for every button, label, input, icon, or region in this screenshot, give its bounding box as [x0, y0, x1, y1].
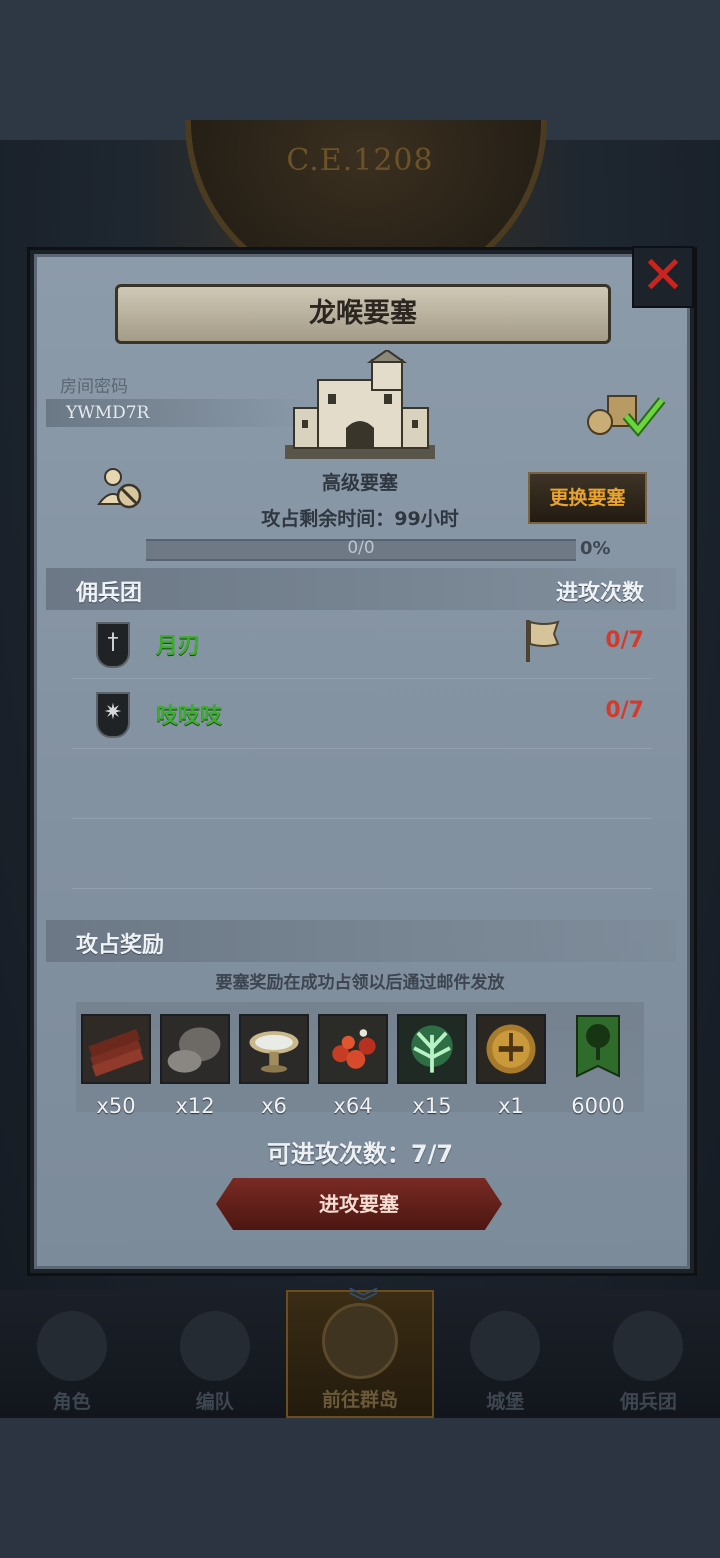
reward-qty: 6000	[571, 1094, 625, 1118]
flame-crest-icon: ✷	[96, 692, 130, 738]
reward-item[interactable]: x64	[317, 1014, 389, 1118]
reward-list: x50 x12 x6 x64 x15 x1 6000	[76, 1002, 644, 1118]
green-crystal-icon	[397, 1014, 467, 1084]
reward-qty: x1	[498, 1094, 524, 1118]
nav-label: 编队	[195, 1391, 234, 1413]
progress-percent: 0%	[580, 538, 611, 559]
nav-item-mercenary[interactable]: 佣兵团	[577, 1290, 720, 1418]
attack-times-header: 进攻次数	[555, 581, 644, 606]
fortress-icon	[285, 350, 435, 459]
water-bowl-icon	[239, 1014, 309, 1084]
room-code-value[interactable]: YWMD7R	[46, 399, 306, 427]
tree-banner-icon	[576, 1015, 620, 1078]
close-icon[interactable]: ✕	[632, 246, 694, 308]
ore-stone-icon	[160, 1014, 230, 1084]
progress-text: 0/0	[347, 538, 375, 558]
knight-icon	[36, 1311, 107, 1381]
nav-label: 前往群岛	[322, 1389, 399, 1411]
reward-qty: x15	[412, 1094, 452, 1118]
nav-item-character[interactable]: 角色	[0, 1290, 143, 1418]
chevron-down-icon: ︾	[348, 1286, 379, 1321]
nav-label: 角色	[52, 1391, 91, 1413]
nav-label: 佣兵团	[619, 1391, 677, 1413]
reward-item[interactable]: x12	[159, 1014, 231, 1118]
berries-icon	[318, 1014, 388, 1084]
reward-qty: x12	[175, 1094, 215, 1118]
wood-logs-icon	[81, 1014, 151, 1084]
banner-icon	[613, 1311, 684, 1381]
era-label: C.E.1208	[286, 143, 434, 178]
reward-item[interactable]: x15	[396, 1014, 468, 1118]
reward-header: 攻占奖励	[76, 933, 165, 958]
mercenary-header: 佣兵团	[76, 581, 143, 606]
reward-item[interactable]: x1	[475, 1014, 547, 1118]
formation-icon	[179, 1311, 250, 1381]
list-item[interactable]: † 月刃 0/7	[72, 614, 652, 679]
dialog-title: 龙喉要塞	[115, 284, 611, 344]
attack-fortress-button[interactable]: 进攻要塞	[216, 1178, 502, 1230]
golden-helmet-icon	[476, 1014, 546, 1084]
reward-item[interactable]: x50	[80, 1014, 152, 1118]
reward-qty: x50	[96, 1094, 136, 1118]
nav-label: 城堡	[486, 1391, 525, 1413]
mercenary-attack-count: 0/7	[605, 628, 644, 653]
sword-crest-icon: †	[96, 622, 130, 668]
reward-note: 要塞奖励在成功占领以后通过邮件发放	[215, 973, 505, 993]
no-visitor-icon[interactable]	[96, 466, 144, 510]
nav-item-islands[interactable]: ︾ 前往群岛	[286, 1286, 434, 1418]
change-fortress-button[interactable]: 更换要塞	[528, 472, 647, 524]
flag-icon	[526, 620, 560, 662]
mercenary-name: 月刃	[156, 634, 201, 659]
top-background	[0, 0, 720, 140]
reward-qty: x6	[261, 1094, 287, 1118]
reward-item[interactable]: 6000	[562, 1014, 634, 1118]
mercenary-name: 吱吱吱	[156, 704, 223, 729]
nav-item-formation[interactable]: 编队	[143, 1290, 286, 1418]
reward-qty: x64	[333, 1094, 373, 1118]
divider	[72, 818, 652, 819]
list-item[interactable]: ✷ 吱吱吱 0/7	[72, 684, 652, 749]
nav-item-castle[interactable]: 城堡	[434, 1290, 577, 1418]
reward-item[interactable]: x6	[238, 1014, 310, 1118]
bottom-nav: 角色 编队 ︾ 前往群岛 城堡 佣兵团	[0, 1286, 720, 1418]
mercenary-attack-count: 0/7	[605, 698, 644, 723]
room-code-label: 房间密码	[60, 377, 128, 397]
castle-icon	[470, 1311, 541, 1381]
reward-bag-check-icon[interactable]	[586, 390, 666, 438]
remaining-attacks: 可进攻次数：7/7	[266, 1140, 454, 1168]
divider	[72, 888, 652, 889]
